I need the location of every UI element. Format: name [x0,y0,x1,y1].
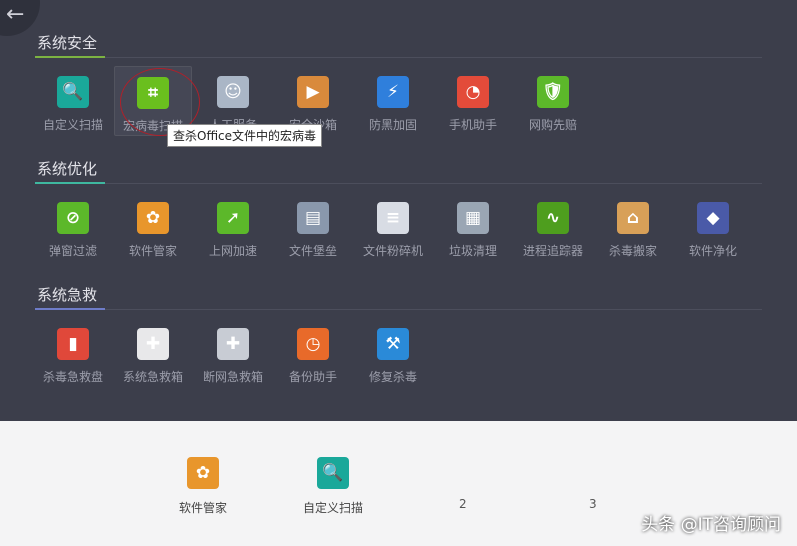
quick-tool[interactable]: ✿ 软件管家 [158,457,248,516]
rocket-icon: ➚ [217,202,249,234]
tool-label: 软件净化 [688,244,737,258]
tool-usb-rescue[interactable]: ▮ 杀毒急救盘 [34,318,112,388]
usb-rescue-icon: ▮ [57,328,89,360]
tool-label: 断网急救箱 [202,370,263,384]
house-icon: ⌂ [617,202,649,234]
tool-magnifier[interactable]: 🔍 自定义扫描 [34,66,112,136]
tool-lightning[interactable]: ⚡ 防黑加固 [354,66,432,136]
arrow-left-icon: ← [6,2,25,27]
tool-label: 修复杀毒 [368,370,417,384]
section-title: 系统优化 [37,160,98,178]
tool-label: 杀毒搬家 [608,244,657,258]
tool-rocket[interactable]: ➚ 上网加速 [194,192,272,262]
backup-clock-icon: ◷ [297,328,329,360]
process-tracker-icon: ∿ [537,202,569,234]
tool-label: 上网加速 [208,244,257,258]
section-title: 系统安全 [37,34,98,52]
tool-label: 手机助手 [448,118,497,132]
quick-slot-3[interactable]: 3 [589,497,597,511]
quick-slot-2[interactable]: 2 [459,497,467,511]
tool-label: 垃圾清理 [448,244,497,258]
tool-software-manager[interactable]: ✿ 软件管家 [114,192,192,262]
tool-label: 软件管家 [128,244,177,258]
doctor-icon: ☺ [217,76,249,108]
section-divider [35,308,762,310]
tool-shopping-shield[interactable]: 🛡 网购先赔 [514,66,592,136]
file-fortress-icon: ▤ [297,202,329,234]
magnifier-icon: 🔍 [317,457,349,489]
first-aid-kit-icon: ✚ [137,328,169,360]
lightning-icon: ⚡ [377,76,409,108]
tool-first-aid-kit[interactable]: ✚ 系统急救箱 [114,318,192,388]
tool-phone-assistant[interactable]: ◔ 手机助手 [434,66,512,136]
tool-file-fortress[interactable]: ▤ 文件堡垒 [274,192,352,262]
tooltip: 查杀Office文件中的宏病毒 [167,124,323,147]
tool-label: 弹窗过滤 [48,244,97,258]
section-divider [35,182,762,184]
quick-tool[interactable]: 🔍 自定义扫描 [288,457,378,516]
tool-backup-clock[interactable]: ◷ 备份助手 [274,318,352,388]
shopping-shield-icon: 🛡 [537,76,569,108]
layers-icon: ◆ [697,202,729,234]
offline-aid-kit-icon: ✚ [217,328,249,360]
shredder-icon: ≡ [377,202,409,234]
tool-label: 杀毒急救盘 [42,370,103,384]
magnifier-icon: 🔍 [57,76,89,108]
section-title: 系统急救 [37,286,98,304]
sandbox-icon: ▶ [297,76,329,108]
phone-assistant-icon: ◔ [457,76,489,108]
software-manager-icon: ✿ [137,202,169,234]
quick-tool-label: 软件管家 [178,501,227,515]
tool-house[interactable]: ⌂ 杀毒搬家 [594,192,672,262]
repair-shield-icon: ⚒ [377,328,409,360]
tool-offline-aid-kit[interactable]: ✚ 断网急救箱 [194,318,272,388]
tool-cleanup[interactable]: ▦ 垃圾清理 [434,192,512,262]
section-divider [35,56,762,58]
tool-shredder[interactable]: ≡ 文件粉碎机 [354,192,432,262]
tool-label: 网购先赔 [528,118,577,132]
popup-filter-icon: ⊘ [57,202,89,234]
macro-scan-icon: ⌗ [137,77,169,109]
cleanup-icon: ▦ [457,202,489,234]
tool-repair-shield[interactable]: ⚒ 修复杀毒 [354,318,432,388]
watermark: 头条 @IT咨询顾问 [641,515,781,535]
tool-label: 防黑加固 [368,118,417,132]
tool-layers[interactable]: ◆ 软件净化 [674,192,752,262]
tool-label: 文件粉碎机 [362,244,423,258]
tool-process-tracker[interactable]: ∿ 进程追踪器 [514,192,592,262]
software-manager-icon: ✿ [187,457,219,489]
tool-label: 文件堡垒 [288,244,337,258]
tool-label: 备份助手 [288,370,337,384]
tool-label: 自定义扫描 [42,118,103,132]
tool-popup-filter[interactable]: ⊘ 弹窗过滤 [34,192,112,262]
quick-tool-label: 自定义扫描 [302,501,363,515]
tool-label: 进程追踪器 [522,244,583,258]
tool-label: 系统急救箱 [122,370,183,384]
